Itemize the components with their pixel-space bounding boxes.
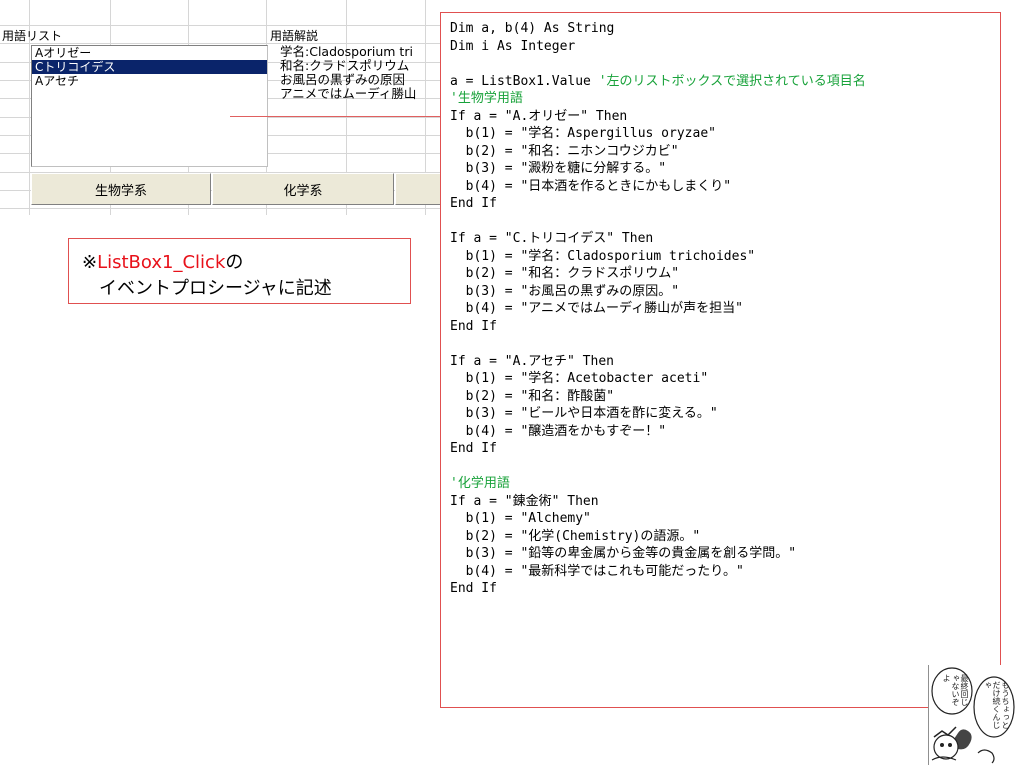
code-line: b(2) = "和名：ニホンコウジカビ" — [450, 143, 866, 161]
code-line: End If — [450, 318, 866, 336]
note-line-1: ※ListBox1_Clickの — [82, 248, 243, 274]
header-term-description: 用語解説 — [270, 29, 319, 43]
code-text: End If — [450, 441, 497, 456]
code-text: b(4) = "アニメではムーディ勝山が声を担当" — [450, 301, 743, 316]
code-line: a = ListBox1.Value '左のリストボックスで選択されている項目名 — [450, 73, 866, 91]
code-text: b(3) = "澱粉を糖に分解する。" — [450, 161, 667, 176]
code-text: b(1) = "Alchemy" — [450, 511, 591, 526]
code-text: b(2) = "和名：クラドスポリウム" — [450, 266, 680, 281]
desc-line: お風呂の黒ずみの原因 — [280, 72, 406, 87]
code-text: If a = "A.アセチ" Then — [450, 353, 614, 369]
chemistry-button[interactable]: 化学系 — [212, 173, 394, 205]
code-panel: Dim a, b(4) As String Dim i As Integer a =… — [440, 12, 1001, 708]
code-comment: '生物学用語 — [450, 91, 523, 106]
code-text: If a = "A.オリゼー" Then — [450, 108, 628, 124]
code-line: b(1) = "学名：Cladosporium trichoides" — [450, 248, 866, 266]
code-text: End If — [450, 318, 497, 334]
code-text: Dim i As Integer — [450, 38, 576, 54]
code-text: a = ListBox1.Value — [450, 73, 599, 89]
note-line-2: イベントプロシージャに記述 — [99, 278, 332, 299]
list-item[interactable]: Aアセチ — [32, 74, 267, 88]
event-note-box: ※ListBox1_Clickの イベントプロシージャに記述 — [68, 238, 411, 304]
code-line: b(2) = "和名：クラドスポリウム" — [450, 265, 866, 283]
code-line: '生物学用語 — [450, 90, 866, 108]
code-text: b(3) = "お風呂の黒ずみの原因。" — [450, 283, 680, 299]
code-line: If a = "A.アセチ" Then — [450, 353, 866, 371]
code-line: b(1) = "学名：Aspergillus oryzae" — [450, 125, 866, 143]
term-listbox[interactable]: Aオリゼー Cトリコイデス Aアセチ — [31, 45, 268, 167]
code-text: End If — [450, 196, 497, 211]
biology-button[interactable]: 生物学系 — [31, 173, 211, 205]
callout-line — [230, 116, 440, 117]
spreadsheet-area: 用語リスト 用語解説 Aオリゼー Cトリコイデス Aアセチ 学名:Cladospor… — [0, 0, 457, 215]
code-comment: '左のリストボックスで選択されている項目名 — [598, 73, 866, 89]
code-line: b(1) = "学名：Acetobacter aceti" — [450, 370, 866, 388]
code-line: Dim i As Integer — [450, 38, 866, 56]
manga-thumbnail: 最終回じゃないぞよ もうちょっとだけ続くんじゃ — [927, 665, 1020, 765]
code-line: b(3) = "鉛等の卑金属から金等の貴金属を創る学問。" — [450, 545, 866, 563]
speech-bubble-2: もうちょっとだけ続くんじゃ — [983, 681, 1010, 729]
code-line: b(3) = "お風呂の黒ずみの原因。" — [450, 283, 866, 301]
event-name: ListBox1_Click — [97, 252, 226, 273]
code-line: b(4) = "日本酒を作るときにかもしまくり" — [450, 178, 866, 196]
code-text: b(3) = "ビールや日本酒を酢に変える。" — [450, 406, 718, 421]
code-line: If a = "A.オリゼー" Then — [450, 108, 866, 126]
code-line: b(4) = "アニメではムーディ勝山が声を担当" — [450, 300, 866, 318]
code-line: b(3) = "ビールや日本酒を酢に変える。" — [450, 405, 866, 423]
code-text: b(1) = "学名：Aspergillus oryzae" — [450, 126, 716, 141]
code-text: If a = "C.トリコイデス" Then — [450, 231, 654, 246]
desc-line: 和名:クラドスポリウム — [280, 58, 410, 73]
list-item[interactable]: Aオリゼー — [32, 46, 267, 60]
code-line: '化学用語 — [450, 475, 866, 493]
code-line: Dim a, b(4) As String — [450, 20, 866, 38]
code-line: End If — [450, 440, 866, 458]
code-text: b(4) = "醸造酒をかもすぞー！" — [450, 423, 667, 439]
code-comment: '化学用語 — [450, 476, 510, 491]
note-prefix: ※ — [82, 252, 98, 273]
code-text: Dim a, b(4) As String — [450, 21, 615, 36]
desc-line: 学名:Cladosporium tri — [280, 45, 413, 59]
code-line: b(3) = "澱粉を糖に分解する。" — [450, 160, 866, 178]
code-line: b(1) = "Alchemy" — [450, 510, 866, 528]
code-text: b(1) = "学名：Cladosporium trichoides" — [450, 248, 756, 264]
code-text: End If — [450, 581, 497, 596]
header-term-list: 用語リスト — [2, 29, 63, 43]
code-line: b(2) = "和名：酢酸菌" — [450, 388, 866, 406]
code-text: b(3) = "鉛等の卑金属から金等の貴金属を創る学問。" — [450, 546, 797, 561]
code-text: b(1) = "学名：Acetobacter aceti" — [450, 371, 709, 386]
code-text: b(2) = "化学(Chemistry)の語源。" — [450, 528, 701, 544]
code-line: End If — [450, 195, 866, 213]
code-line: b(4) = "最新科学ではこれも可能だったり。" — [450, 563, 866, 581]
speech-bubble-1: 最終回じゃないぞよ — [942, 674, 969, 706]
code-line: If a = "錬金術" Then — [450, 493, 866, 511]
code-text: b(4) = "最新科学ではこれも可能だったり。" — [450, 563, 744, 579]
list-item[interactable]: Cトリコイデス — [32, 60, 267, 74]
code-text: b(2) = "和名：酢酸菌" — [450, 388, 615, 404]
code-text: b(2) = "和名：ニホンコウジカビ" — [450, 143, 679, 159]
code-text: b(4) = "日本酒を作るときにかもしまくり" — [450, 178, 732, 194]
code-line: b(4) = "醸造酒をかもすぞー！" — [450, 423, 866, 441]
term-description-box: 学名:Cladosporium tri 和名:クラドスポリウム お風呂の黒ずみの… — [268, 45, 448, 117]
code-text: If a = "錬金術" Then — [450, 493, 599, 509]
code-line: b(2) = "化学(Chemistry)の語源。" — [450, 528, 866, 546]
code-line: End If — [450, 580, 866, 598]
desc-line: アニメではムーディ勝山 — [280, 86, 417, 101]
note-suffix: の — [225, 252, 244, 273]
vba-code: Dim a, b(4) As String Dim i As Integer a =… — [450, 20, 866, 598]
code-line: If a = "C.トリコイデス" Then — [450, 230, 866, 248]
